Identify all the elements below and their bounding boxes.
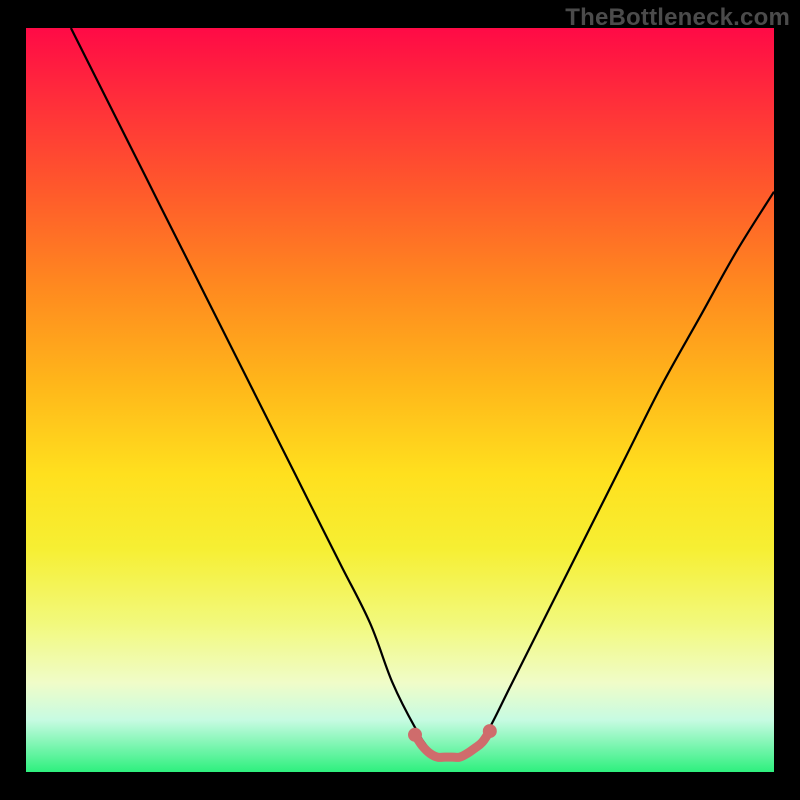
plot-gradient-area bbox=[26, 28, 774, 772]
flat-zone-dot bbox=[408, 728, 422, 742]
chart-frame: TheBottleneck.com bbox=[0, 0, 800, 800]
chart-svg bbox=[26, 28, 774, 772]
flat-zone-dot bbox=[483, 724, 497, 738]
flat-zone-marker bbox=[415, 731, 490, 757]
bottleneck-curve bbox=[71, 28, 774, 758]
